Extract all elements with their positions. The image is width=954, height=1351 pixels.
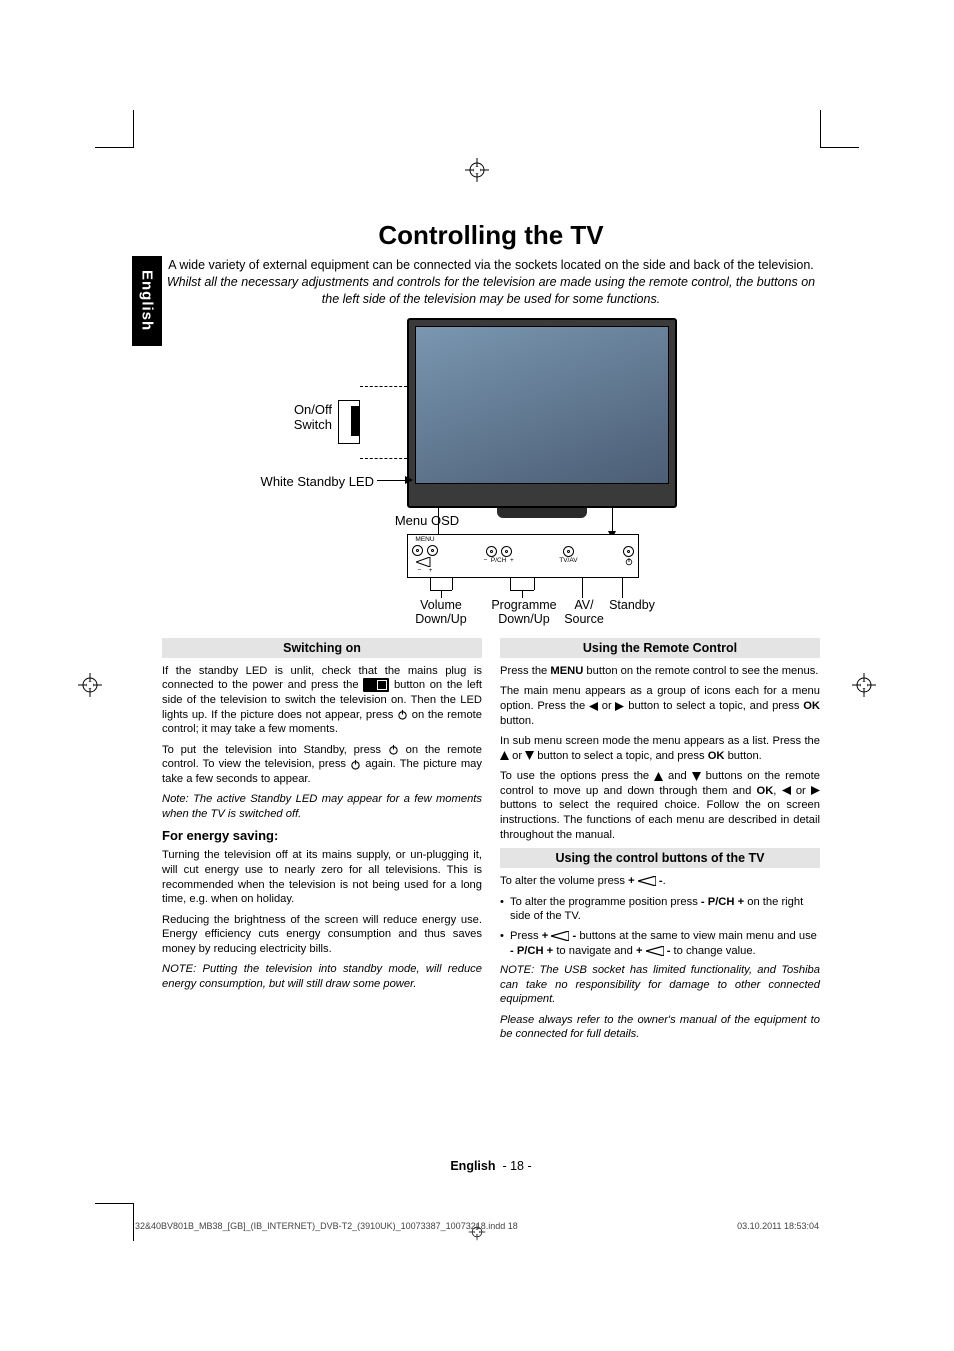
right-arrow-icon [811, 786, 820, 795]
print-imprint: 32&40BV801B_MB38_[GB]_(IB_INTERNET)_DVB-… [135, 1221, 819, 1231]
panel-tvav-label: TV/AV [559, 558, 577, 565]
para-switching-2: To put the television into Standby, pres… [162, 743, 482, 787]
crop-mark [95, 1203, 133, 1204]
para-remote-4: To use the options press the and buttons… [500, 769, 820, 842]
crop-mark [820, 110, 821, 148]
arrowhead-icon [405, 476, 413, 484]
label-standby: Standby [602, 598, 662, 612]
print-registration-mark [465, 158, 489, 182]
up-arrow-icon [500, 751, 509, 760]
para-remote-3: In sub menu screen mode the menu appears… [500, 734, 820, 763]
crop-mark [133, 1203, 134, 1241]
volume-wedge-icon [551, 931, 569, 941]
section-control-buttons: Using the control buttons of the TV [500, 848, 820, 868]
section-switching-on: Switching on [162, 638, 482, 658]
para-remote-2: The main menu appears as a group of icon… [500, 684, 820, 728]
label-programme: Programme Down/Up [485, 598, 563, 627]
language-tab: English [132, 256, 162, 346]
dashed-leader [360, 458, 407, 459]
page-content: Controlling the TV A wide variety of ext… [162, 220, 820, 1191]
imprint-datetime: 03.10.2011 18:53:04 [737, 1221, 819, 1231]
tv-screen-graphic [415, 326, 669, 484]
leader-line [622, 578, 623, 598]
crop-mark [95, 147, 133, 148]
leader-line [452, 578, 453, 590]
leader-line [377, 480, 407, 481]
label-menu-osd: Menu OSD [392, 513, 462, 529]
language-tab-label: English [139, 270, 156, 331]
tv-diagram: On/Off Switch White Standby LED Menu OSD… [162, 318, 820, 628]
bullet-programme: • To alter the programme position press … [500, 895, 820, 924]
footer-language: English [450, 1159, 495, 1173]
page-footer: English - 18 - [162, 1159, 820, 1173]
note-owners-manual: Please always refer to the owner's manua… [500, 1013, 820, 1042]
tv-stand-graphic [497, 508, 587, 518]
power-icon [388, 744, 399, 755]
dashed-leader [360, 386, 407, 387]
leader-line [582, 578, 583, 598]
crop-mark [133, 110, 134, 148]
para-energy-2: Reducing the brightness of the screen wi… [162, 913, 482, 957]
panel-pch-label: P/CH [491, 557, 507, 564]
note-usb: NOTE: The USB socket has limited functio… [500, 963, 820, 1007]
label-standby-led: White Standby LED [254, 474, 374, 490]
down-arrow-icon [692, 772, 701, 781]
crop-mark [821, 147, 859, 148]
print-registration-mark [78, 673, 102, 697]
label-volume: Volume Down/Up [410, 598, 472, 627]
note-standby-power: NOTE: Putting the television into standb… [162, 962, 482, 991]
leader-line [534, 578, 535, 590]
intro-plain: A wide variety of external equipment can… [168, 258, 814, 272]
down-arrow-icon [525, 751, 534, 760]
button-panel-graphic: MENU − + − P/CH + TV/AV [407, 534, 639, 578]
leader-line [510, 578, 511, 590]
switch-notch-graphic [351, 406, 359, 436]
para-energy-1: Turning the television off at its mains … [162, 848, 482, 906]
leader-line [430, 578, 431, 590]
up-arrow-icon [654, 772, 663, 781]
para-ctrl-1: To alter the volume press + -. [500, 874, 820, 889]
left-column: Switching on If the standby LED is unlit… [162, 636, 482, 1048]
footer-page-number: - 18 - [502, 1159, 531, 1173]
switch-icon [363, 678, 389, 692]
section-remote-control: Using the Remote Control [500, 638, 820, 658]
tv-body-graphic [407, 318, 677, 508]
bullet-mainmenu: • Press + - buttons at the same to view … [500, 929, 820, 958]
power-icon [397, 709, 408, 720]
para-switching-1: If the standby LED is unlit, check that … [162, 664, 482, 737]
leader-line [441, 590, 442, 598]
print-registration-mark [852, 673, 876, 697]
volume-wedge-icon [638, 876, 656, 886]
leader-line [522, 590, 523, 598]
intro-paragraph: A wide variety of external equipment can… [166, 257, 816, 308]
volume-wedge-icon [646, 946, 664, 956]
power-icon [350, 759, 361, 770]
right-column: Using the Remote Control Press the MENU … [500, 636, 820, 1048]
left-arrow-icon [589, 702, 598, 711]
intro-italic: Whilst all the necessary adjustments and… [167, 275, 815, 306]
left-arrow-icon [782, 786, 791, 795]
para-remote-1: Press the MENU button on the remote cont… [500, 664, 820, 679]
two-column-body: Switching on If the standby LED is unlit… [162, 636, 820, 1048]
heading-energy-saving: For energy saving: [162, 828, 482, 845]
imprint-file: 32&40BV801B_MB38_[GB]_(IB_INTERNET)_DVB-… [135, 1221, 518, 1231]
page-title: Controlling the TV [162, 220, 820, 251]
note-standby-led: Note: The active Standby LED may appear … [162, 792, 482, 821]
label-av-source: AV/ Source [560, 598, 608, 627]
label-onoff: On/Off Switch [262, 402, 332, 433]
panel-menu-label: MENU [415, 537, 434, 544]
